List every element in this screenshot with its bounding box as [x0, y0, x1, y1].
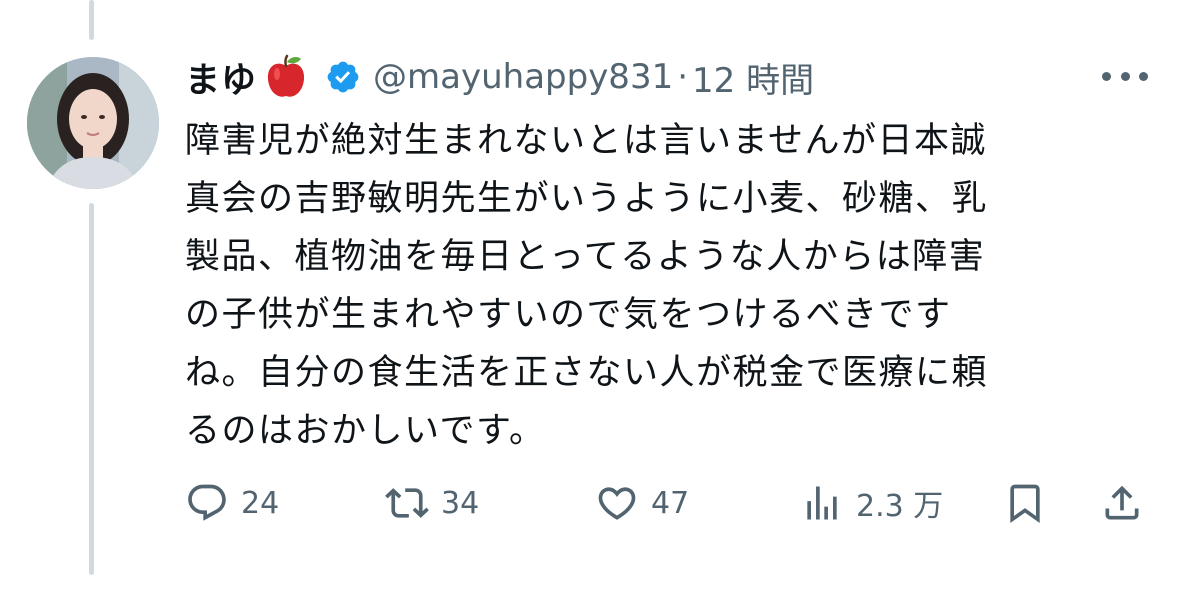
tweet-timestamp[interactable]: 12 時間 [692, 53, 814, 102]
more-options-icon[interactable] [1102, 64, 1148, 88]
tweet-text: 障害児が絶対生まれないとは言いませんが日本誠 真会の吉野敏明先生がいうように小麦… [185, 121, 989, 451]
verified-badge-icon [325, 59, 361, 95]
avatar[interactable] [27, 57, 159, 189]
tweet-actions: 24 34 47 2.3 万 [185, 478, 1150, 528]
retweet-button[interactable]: 34 [385, 478, 479, 528]
like-count: 47 [651, 485, 690, 521]
bookmark-button[interactable] [1003, 478, 1047, 528]
like-button[interactable]: 47 [595, 478, 689, 528]
views-button[interactable]: 2.3 万 [800, 478, 943, 528]
separator-dot: · [677, 57, 689, 97]
reply-count: 24 [241, 485, 280, 521]
tweet-header: まゆ @mayuhappy831 · 12 時間 [185, 52, 814, 102]
retweet-icon [385, 481, 429, 525]
views-bar-chart-icon [800, 481, 844, 525]
bookmark-icon [1003, 481, 1047, 525]
thread-line-top [89, 0, 94, 40]
heart-icon [595, 481, 639, 525]
reply-button[interactable]: 24 [185, 478, 279, 528]
tweet-container: まゆ @mayuhappy831 · 12 時間 障害児が絶対生まれないとは言い… [0, 0, 1177, 603]
share-button[interactable] [1100, 478, 1144, 528]
retweet-count: 34 [441, 485, 480, 521]
reply-icon [185, 481, 229, 525]
thread-line-bottom [89, 203, 94, 575]
display-name[interactable]: まゆ [185, 52, 257, 103]
apple-emoji [265, 54, 307, 100]
user-handle[interactable]: @mayuhappy831 [373, 57, 673, 97]
views-count: 2.3 万 [856, 489, 944, 524]
share-icon [1100, 481, 1144, 525]
